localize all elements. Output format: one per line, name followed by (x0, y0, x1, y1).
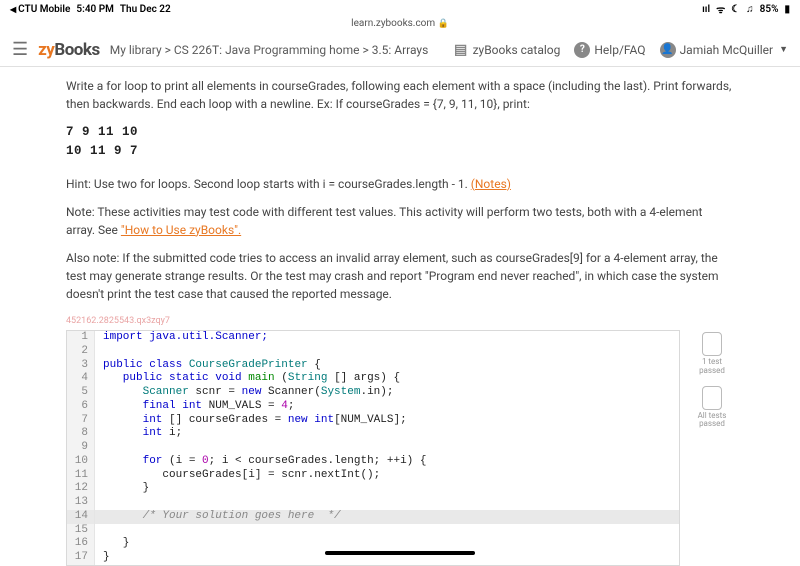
test-badge-icon (702, 332, 722, 356)
brand-books: Books (54, 40, 99, 60)
headphones-icon: ♫ (746, 4, 754, 15)
help-link[interactable]: ? Help/FAQ (574, 42, 645, 58)
expected-output: 7 9 11 10 10 11 9 7 (66, 123, 734, 161)
wifi-icon: ᯤ (716, 2, 725, 16)
crumb-course[interactable]: CS 226T: Java Programming home (174, 43, 360, 57)
crumb-my-library[interactable]: My library (110, 43, 162, 57)
note-1: Note: These activities may test code wit… (66, 203, 734, 239)
home-indicator[interactable] (325, 551, 475, 555)
battery-pct: 85% (760, 4, 779, 15)
catalog-link[interactable]: ▤ zyBooks catalog (453, 42, 561, 58)
battery-icon: ▮ (784, 4, 790, 15)
breadcrumb: My library > CS 226T: Java Programming h… (110, 43, 429, 57)
hint: Hint: Use two for loops. Second loop sta… (66, 175, 734, 193)
activity-content: Write a for loop to print all elements i… (0, 67, 800, 566)
ios-status-bar: CTU Mobile 5:40 PM Thu Dec 22 ııl ᯤ ☾ ♫ … (0, 0, 800, 18)
test-badge-icon (702, 386, 722, 410)
note-2: Also note: If the submitted code tries t… (66, 249, 734, 303)
header-links: ▤ zyBooks catalog ? Help/FAQ 👤 Jamiah Mc… (453, 42, 788, 58)
instructions-p1: Write a for loop to print all elements i… (66, 77, 734, 113)
solution-line[interactable]: 14 /* Your solution goes here */ (67, 510, 679, 524)
avatar-icon: 👤 (660, 42, 676, 58)
help-icon: ? (574, 42, 590, 58)
user-menu[interactable]: 👤 Jamiah McQuiller ▼ (660, 42, 788, 58)
chevron-down-icon: ▼ (779, 44, 788, 55)
brand-logo[interactable]: zyBooks (38, 40, 100, 60)
test-sidebar: 1 test passed All tests passed (690, 330, 734, 566)
one-test-passed: 1 test passed (699, 332, 725, 376)
back-to-app[interactable]: CTU Mobile (10, 4, 70, 15)
dnd-icon: ☾ (731, 4, 740, 15)
app-header: ☰ zyBooks My library > CS 226T: Java Pro… (0, 33, 800, 67)
brand-zy: zy (38, 40, 54, 60)
code-container: 452162.2825543.qx3zqy7 1import java.util… (66, 315, 734, 566)
watermark-id: 452162.2825543.qx3zqy7 (66, 315, 734, 329)
catalog-icon: ▤ (453, 42, 469, 58)
notes-link[interactable]: (Notes) (471, 177, 511, 191)
signal-icon: ııl (702, 4, 710, 15)
code-editor[interactable]: 1import java.util.Scanner; 2 3public cla… (66, 330, 680, 566)
browser-url-bar[interactable]: learn.zybooks.com 🔒 (0, 18, 800, 33)
status-date: Thu Dec 22 (120, 4, 171, 15)
status-time: 5:40 PM (76, 4, 114, 15)
menu-icon[interactable]: ☰ (12, 39, 28, 60)
lock-icon: 🔒 (438, 19, 449, 29)
url-text: learn.zybooks.com (351, 18, 435, 29)
crumb-section: 3.5: Arrays (372, 43, 429, 57)
all-tests-passed: All tests passed (698, 386, 727, 430)
how-to-link[interactable]: "How to Use zyBooks". (121, 223, 241, 237)
